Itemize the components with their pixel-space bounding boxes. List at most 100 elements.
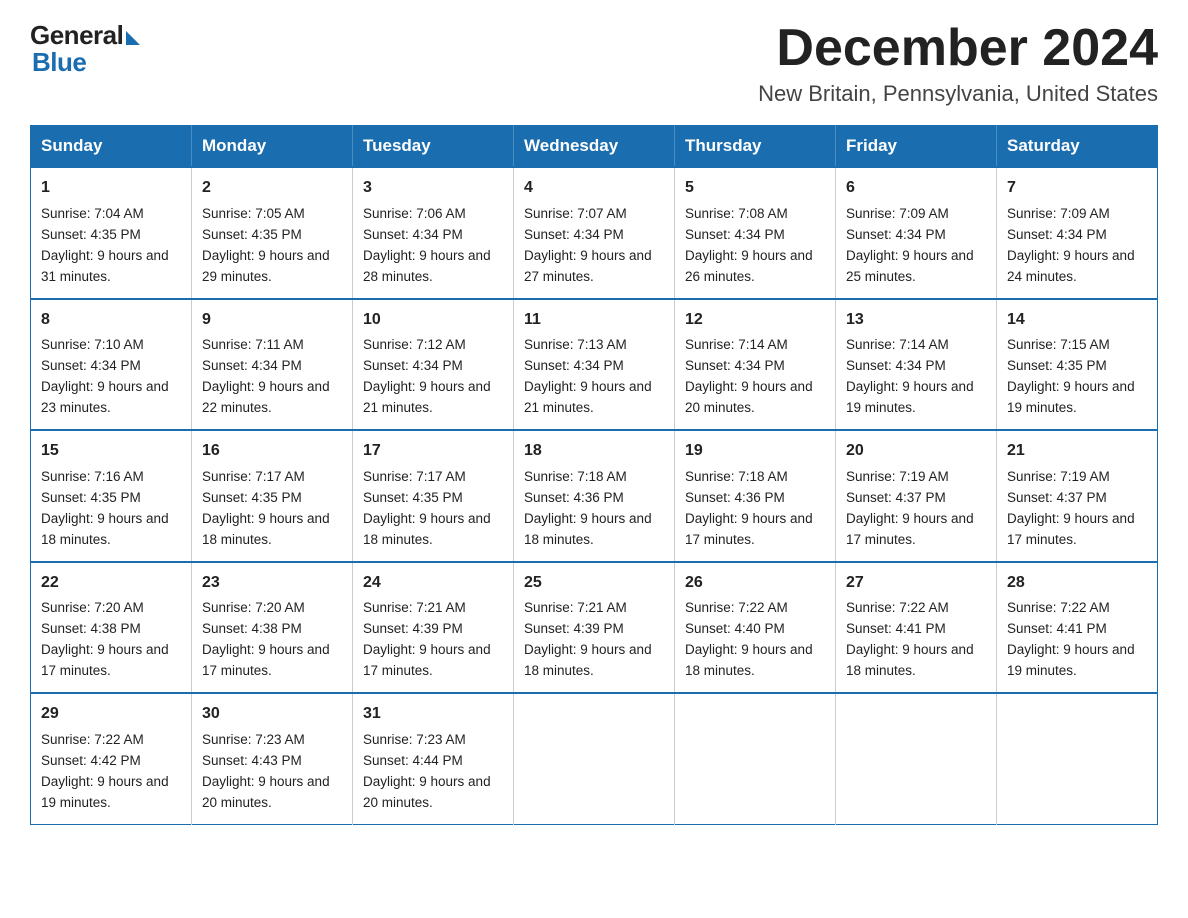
day-info: Sunrise: 7:06 AMSunset: 4:34 PMDaylight:… xyxy=(363,206,491,284)
calendar-day-cell: 25 Sunrise: 7:21 AMSunset: 4:39 PMDaylig… xyxy=(514,562,675,693)
logo-blue-text: Blue xyxy=(32,47,86,78)
calendar-day-cell: 11 Sunrise: 7:13 AMSunset: 4:34 PMDaylig… xyxy=(514,299,675,430)
calendar-day-cell: 15 Sunrise: 7:16 AMSunset: 4:35 PMDaylig… xyxy=(31,430,192,561)
day-info: Sunrise: 7:22 AMSunset: 4:41 PMDaylight:… xyxy=(846,600,974,678)
day-number: 28 xyxy=(1007,571,1147,596)
day-info: Sunrise: 7:18 AMSunset: 4:36 PMDaylight:… xyxy=(685,469,813,547)
day-info: Sunrise: 7:04 AMSunset: 4:35 PMDaylight:… xyxy=(41,206,169,284)
col-tuesday: Tuesday xyxy=(353,126,514,168)
calendar-day-cell: 17 Sunrise: 7:17 AMSunset: 4:35 PMDaylig… xyxy=(353,430,514,561)
day-info: Sunrise: 7:22 AMSunset: 4:42 PMDaylight:… xyxy=(41,732,169,810)
day-info: Sunrise: 7:14 AMSunset: 4:34 PMDaylight:… xyxy=(846,337,974,415)
calendar-day-cell: 12 Sunrise: 7:14 AMSunset: 4:34 PMDaylig… xyxy=(675,299,836,430)
calendar-header-row: Sunday Monday Tuesday Wednesday Thursday… xyxy=(31,126,1158,168)
col-monday: Monday xyxy=(192,126,353,168)
day-info: Sunrise: 7:19 AMSunset: 4:37 PMDaylight:… xyxy=(1007,469,1135,547)
day-info: Sunrise: 7:21 AMSunset: 4:39 PMDaylight:… xyxy=(524,600,652,678)
calendar-day-cell: 30 Sunrise: 7:23 AMSunset: 4:43 PMDaylig… xyxy=(192,693,353,824)
calendar-week-row: 1 Sunrise: 7:04 AMSunset: 4:35 PMDayligh… xyxy=(31,167,1158,298)
day-number: 1 xyxy=(41,176,181,201)
day-number: 26 xyxy=(685,571,825,596)
calendar-day-cell: 24 Sunrise: 7:21 AMSunset: 4:39 PMDaylig… xyxy=(353,562,514,693)
day-number: 3 xyxy=(363,176,503,201)
day-info: Sunrise: 7:14 AMSunset: 4:34 PMDaylight:… xyxy=(685,337,813,415)
day-info: Sunrise: 7:11 AMSunset: 4:34 PMDaylight:… xyxy=(202,337,330,415)
day-info: Sunrise: 7:21 AMSunset: 4:39 PMDaylight:… xyxy=(363,600,491,678)
day-info: Sunrise: 7:22 AMSunset: 4:41 PMDaylight:… xyxy=(1007,600,1135,678)
day-info: Sunrise: 7:07 AMSunset: 4:34 PMDaylight:… xyxy=(524,206,652,284)
calendar-day-cell: 5 Sunrise: 7:08 AMSunset: 4:34 PMDayligh… xyxy=(675,167,836,298)
calendar-day-cell: 21 Sunrise: 7:19 AMSunset: 4:37 PMDaylig… xyxy=(997,430,1158,561)
calendar-week-row: 29 Sunrise: 7:22 AMSunset: 4:42 PMDaylig… xyxy=(31,693,1158,824)
logo-arrow-icon xyxy=(126,31,140,45)
day-number: 12 xyxy=(685,308,825,333)
day-info: Sunrise: 7:17 AMSunset: 4:35 PMDaylight:… xyxy=(202,469,330,547)
day-info: Sunrise: 7:08 AMSunset: 4:34 PMDaylight:… xyxy=(685,206,813,284)
calendar-day-cell: 1 Sunrise: 7:04 AMSunset: 4:35 PMDayligh… xyxy=(31,167,192,298)
calendar-day-cell: 27 Sunrise: 7:22 AMSunset: 4:41 PMDaylig… xyxy=(836,562,997,693)
calendar-day-cell: 6 Sunrise: 7:09 AMSunset: 4:34 PMDayligh… xyxy=(836,167,997,298)
day-number: 18 xyxy=(524,439,664,464)
day-info: Sunrise: 7:22 AMSunset: 4:40 PMDaylight:… xyxy=(685,600,813,678)
calendar-week-row: 8 Sunrise: 7:10 AMSunset: 4:34 PMDayligh… xyxy=(31,299,1158,430)
day-info: Sunrise: 7:10 AMSunset: 4:34 PMDaylight:… xyxy=(41,337,169,415)
logo: General Blue xyxy=(30,20,140,78)
calendar-day-cell: 26 Sunrise: 7:22 AMSunset: 4:40 PMDaylig… xyxy=(675,562,836,693)
calendar-day-cell: 16 Sunrise: 7:17 AMSunset: 4:35 PMDaylig… xyxy=(192,430,353,561)
day-number: 20 xyxy=(846,439,986,464)
calendar-day-cell xyxy=(997,693,1158,824)
day-number: 4 xyxy=(524,176,664,201)
col-wednesday: Wednesday xyxy=(514,126,675,168)
day-number: 27 xyxy=(846,571,986,596)
day-info: Sunrise: 7:17 AMSunset: 4:35 PMDaylight:… xyxy=(363,469,491,547)
col-sunday: Sunday xyxy=(31,126,192,168)
calendar-day-cell: 31 Sunrise: 7:23 AMSunset: 4:44 PMDaylig… xyxy=(353,693,514,824)
calendar-day-cell xyxy=(514,693,675,824)
calendar-day-cell: 18 Sunrise: 7:18 AMSunset: 4:36 PMDaylig… xyxy=(514,430,675,561)
calendar-day-cell xyxy=(675,693,836,824)
calendar-day-cell xyxy=(836,693,997,824)
calendar-table: Sunday Monday Tuesday Wednesday Thursday… xyxy=(30,125,1158,824)
day-number: 29 xyxy=(41,702,181,727)
day-number: 30 xyxy=(202,702,342,727)
day-number: 17 xyxy=(363,439,503,464)
day-number: 10 xyxy=(363,308,503,333)
day-info: Sunrise: 7:19 AMSunset: 4:37 PMDaylight:… xyxy=(846,469,974,547)
title-block: December 2024 New Britain, Pennsylvania,… xyxy=(758,20,1158,107)
calendar-day-cell: 13 Sunrise: 7:14 AMSunset: 4:34 PMDaylig… xyxy=(836,299,997,430)
col-friday: Friday xyxy=(836,126,997,168)
day-number: 31 xyxy=(363,702,503,727)
location-subtitle: New Britain, Pennsylvania, United States xyxy=(758,81,1158,107)
calendar-day-cell: 3 Sunrise: 7:06 AMSunset: 4:34 PMDayligh… xyxy=(353,167,514,298)
day-info: Sunrise: 7:18 AMSunset: 4:36 PMDaylight:… xyxy=(524,469,652,547)
day-info: Sunrise: 7:16 AMSunset: 4:35 PMDaylight:… xyxy=(41,469,169,547)
col-thursday: Thursday xyxy=(675,126,836,168)
calendar-week-row: 15 Sunrise: 7:16 AMSunset: 4:35 PMDaylig… xyxy=(31,430,1158,561)
day-number: 19 xyxy=(685,439,825,464)
day-info: Sunrise: 7:13 AMSunset: 4:34 PMDaylight:… xyxy=(524,337,652,415)
day-number: 13 xyxy=(846,308,986,333)
day-number: 15 xyxy=(41,439,181,464)
day-number: 22 xyxy=(41,571,181,596)
day-info: Sunrise: 7:20 AMSunset: 4:38 PMDaylight:… xyxy=(41,600,169,678)
calendar-day-cell: 2 Sunrise: 7:05 AMSunset: 4:35 PMDayligh… xyxy=(192,167,353,298)
day-info: Sunrise: 7:09 AMSunset: 4:34 PMDaylight:… xyxy=(846,206,974,284)
day-number: 14 xyxy=(1007,308,1147,333)
day-number: 24 xyxy=(363,571,503,596)
calendar-day-cell: 29 Sunrise: 7:22 AMSunset: 4:42 PMDaylig… xyxy=(31,693,192,824)
calendar-week-row: 22 Sunrise: 7:20 AMSunset: 4:38 PMDaylig… xyxy=(31,562,1158,693)
day-info: Sunrise: 7:05 AMSunset: 4:35 PMDaylight:… xyxy=(202,206,330,284)
day-info: Sunrise: 7:23 AMSunset: 4:44 PMDaylight:… xyxy=(363,732,491,810)
day-info: Sunrise: 7:20 AMSunset: 4:38 PMDaylight:… xyxy=(202,600,330,678)
calendar-day-cell: 20 Sunrise: 7:19 AMSunset: 4:37 PMDaylig… xyxy=(836,430,997,561)
calendar-day-cell: 9 Sunrise: 7:11 AMSunset: 4:34 PMDayligh… xyxy=(192,299,353,430)
day-info: Sunrise: 7:23 AMSunset: 4:43 PMDaylight:… xyxy=(202,732,330,810)
day-number: 21 xyxy=(1007,439,1147,464)
calendar-day-cell: 19 Sunrise: 7:18 AMSunset: 4:36 PMDaylig… xyxy=(675,430,836,561)
calendar-day-cell: 28 Sunrise: 7:22 AMSunset: 4:41 PMDaylig… xyxy=(997,562,1158,693)
day-info: Sunrise: 7:09 AMSunset: 4:34 PMDaylight:… xyxy=(1007,206,1135,284)
day-number: 2 xyxy=(202,176,342,201)
day-number: 7 xyxy=(1007,176,1147,201)
col-saturday: Saturday xyxy=(997,126,1158,168)
day-info: Sunrise: 7:15 AMSunset: 4:35 PMDaylight:… xyxy=(1007,337,1135,415)
